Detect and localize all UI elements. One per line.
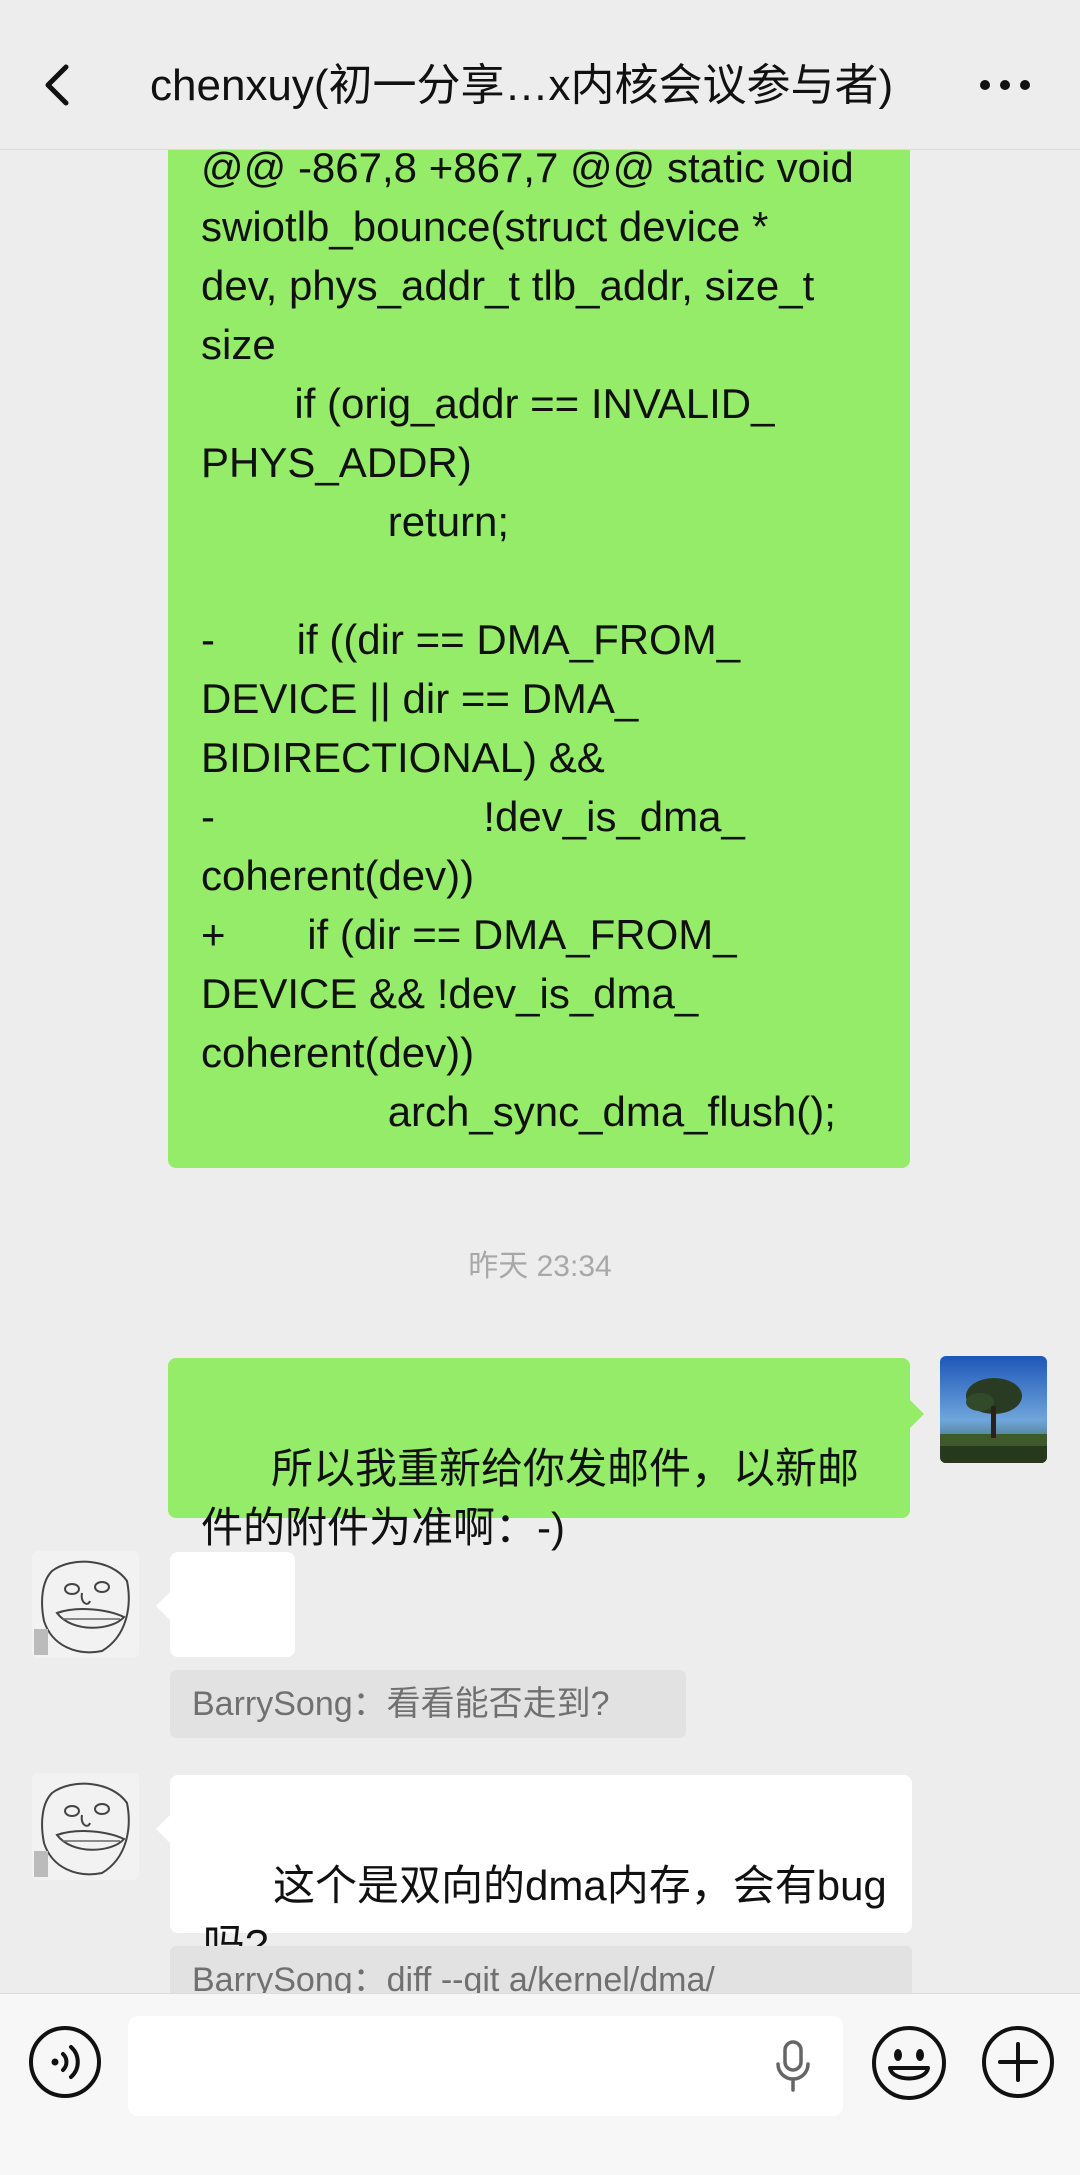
bubble-tail bbox=[156, 1592, 170, 1620]
bubble-tail bbox=[910, 1400, 924, 1428]
chat-header: chenxuy(初一分享…x内核会议参与者) bbox=[0, 0, 1080, 150]
more-functions-button[interactable] bbox=[980, 2024, 1056, 2100]
my-message-bubble[interactable]: 所以我重新给你发邮件，以新邮件的附件为准啊：-) bbox=[168, 1358, 924, 1551]
plus-icon bbox=[982, 2026, 1054, 2098]
contact-message-bubble[interactable]: 这个是双向的dma内存，会有bug吗? bbox=[156, 1775, 912, 1968]
contact-avatar[interactable] bbox=[32, 1551, 139, 1658]
emoji-button[interactable] bbox=[870, 2024, 948, 2102]
chevron-left-icon bbox=[45, 64, 69, 106]
chat-screen: chenxuy(初一分享…x内核会议参与者) @@ -867,8 +867,7 … bbox=[0, 0, 1080, 2175]
voice-icon bbox=[29, 2026, 101, 2098]
sketch-face-avatar-image bbox=[32, 1551, 139, 1658]
microphone-icon bbox=[776, 2040, 810, 2092]
voice-mode-button[interactable] bbox=[27, 2024, 103, 2100]
quoted-reply[interactable]: BarrySong：diff --git a/kernel/dma/ bbox=[170, 1946, 912, 1993]
code-patch-text: @@ -867,8 +867,7 @@ static void swiotlb_… bbox=[201, 150, 854, 1135]
tree-landscape-avatar-image bbox=[940, 1356, 1047, 1463]
back-button[interactable] bbox=[36, 55, 86, 115]
emoji-icon bbox=[872, 2026, 946, 2100]
message-timestamp: 昨天 23:34 bbox=[468, 1250, 612, 1283]
chat-title: chenxuy(初一分享…x内核会议参与者) bbox=[150, 61, 894, 110]
message-input[interactable] bbox=[128, 2016, 843, 2116]
bubble-tail bbox=[156, 1815, 170, 1843]
input-bar bbox=[0, 1993, 1080, 2175]
contact-avatar[interactable] bbox=[32, 1773, 139, 1880]
my-avatar[interactable] bbox=[940, 1356, 1047, 1463]
quoted-reply[interactable]: BarrySong：看看能否走到? bbox=[170, 1670, 686, 1738]
more-button[interactable] bbox=[975, 70, 1035, 100]
message-list[interactable]: @@ -867,8 +867,7 @@ static void swiotlb_… bbox=[0, 150, 1080, 1993]
code-patch-message[interactable]: @@ -867,8 +867,7 @@ static void swiotlb_… bbox=[168, 150, 910, 1168]
contact-message-bubble[interactable]: ok bbox=[156, 1552, 295, 1745]
sketch-face-avatar-image bbox=[32, 1773, 139, 1880]
my-message-text: 所以我重新给你发邮件，以新邮件的附件为准啊：-) bbox=[201, 1445, 860, 1551]
microphone-button[interactable] bbox=[770, 2038, 816, 2094]
ellipsis-icon bbox=[980, 80, 1030, 90]
